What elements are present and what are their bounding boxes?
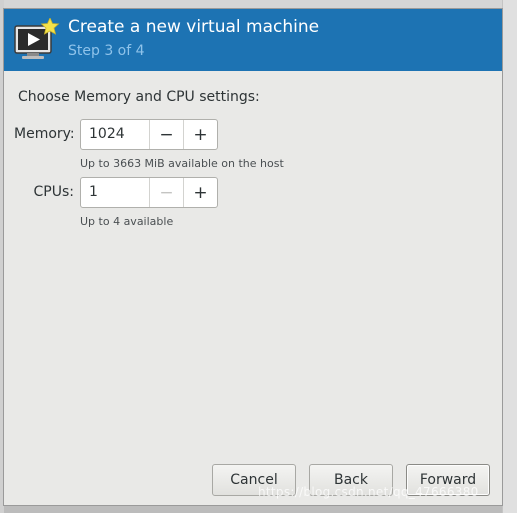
memory-increment-button[interactable]: + [183,120,217,149]
cpus-stepper: 1 − + [80,177,218,208]
background-window-right-edge [502,0,517,513]
memory-stepper: 1024 − + [80,119,218,150]
step-indicator: Step 3 of 4 [68,43,145,59]
new-vm-icon [14,18,60,59]
cpus-decrement-button[interactable]: − [149,178,183,207]
cpus-increment-button[interactable]: + [183,178,217,207]
memory-label: Memory: [14,126,75,142]
cpus-label: CPUs: [33,184,74,200]
section-title: Choose Memory and CPU settings: [18,89,260,105]
cpus-input[interactable]: 1 [81,178,149,207]
watermark: https://blog.csdn.net/qq_47666380 [258,485,479,499]
dialog-header: Create a new virtual machine Step 3 of 4 [4,9,502,71]
new-vm-dialog: Create a new virtual machine Step 3 of 4… [3,8,503,506]
cpus-hint: Up to 4 available [80,215,174,228]
memory-hint: Up to 3663 MiB available on the host [80,157,284,170]
memory-input[interactable]: 1024 [81,120,149,149]
dialog-title: Create a new virtual machine [68,17,320,37]
memory-decrement-button[interactable]: − [149,120,183,149]
